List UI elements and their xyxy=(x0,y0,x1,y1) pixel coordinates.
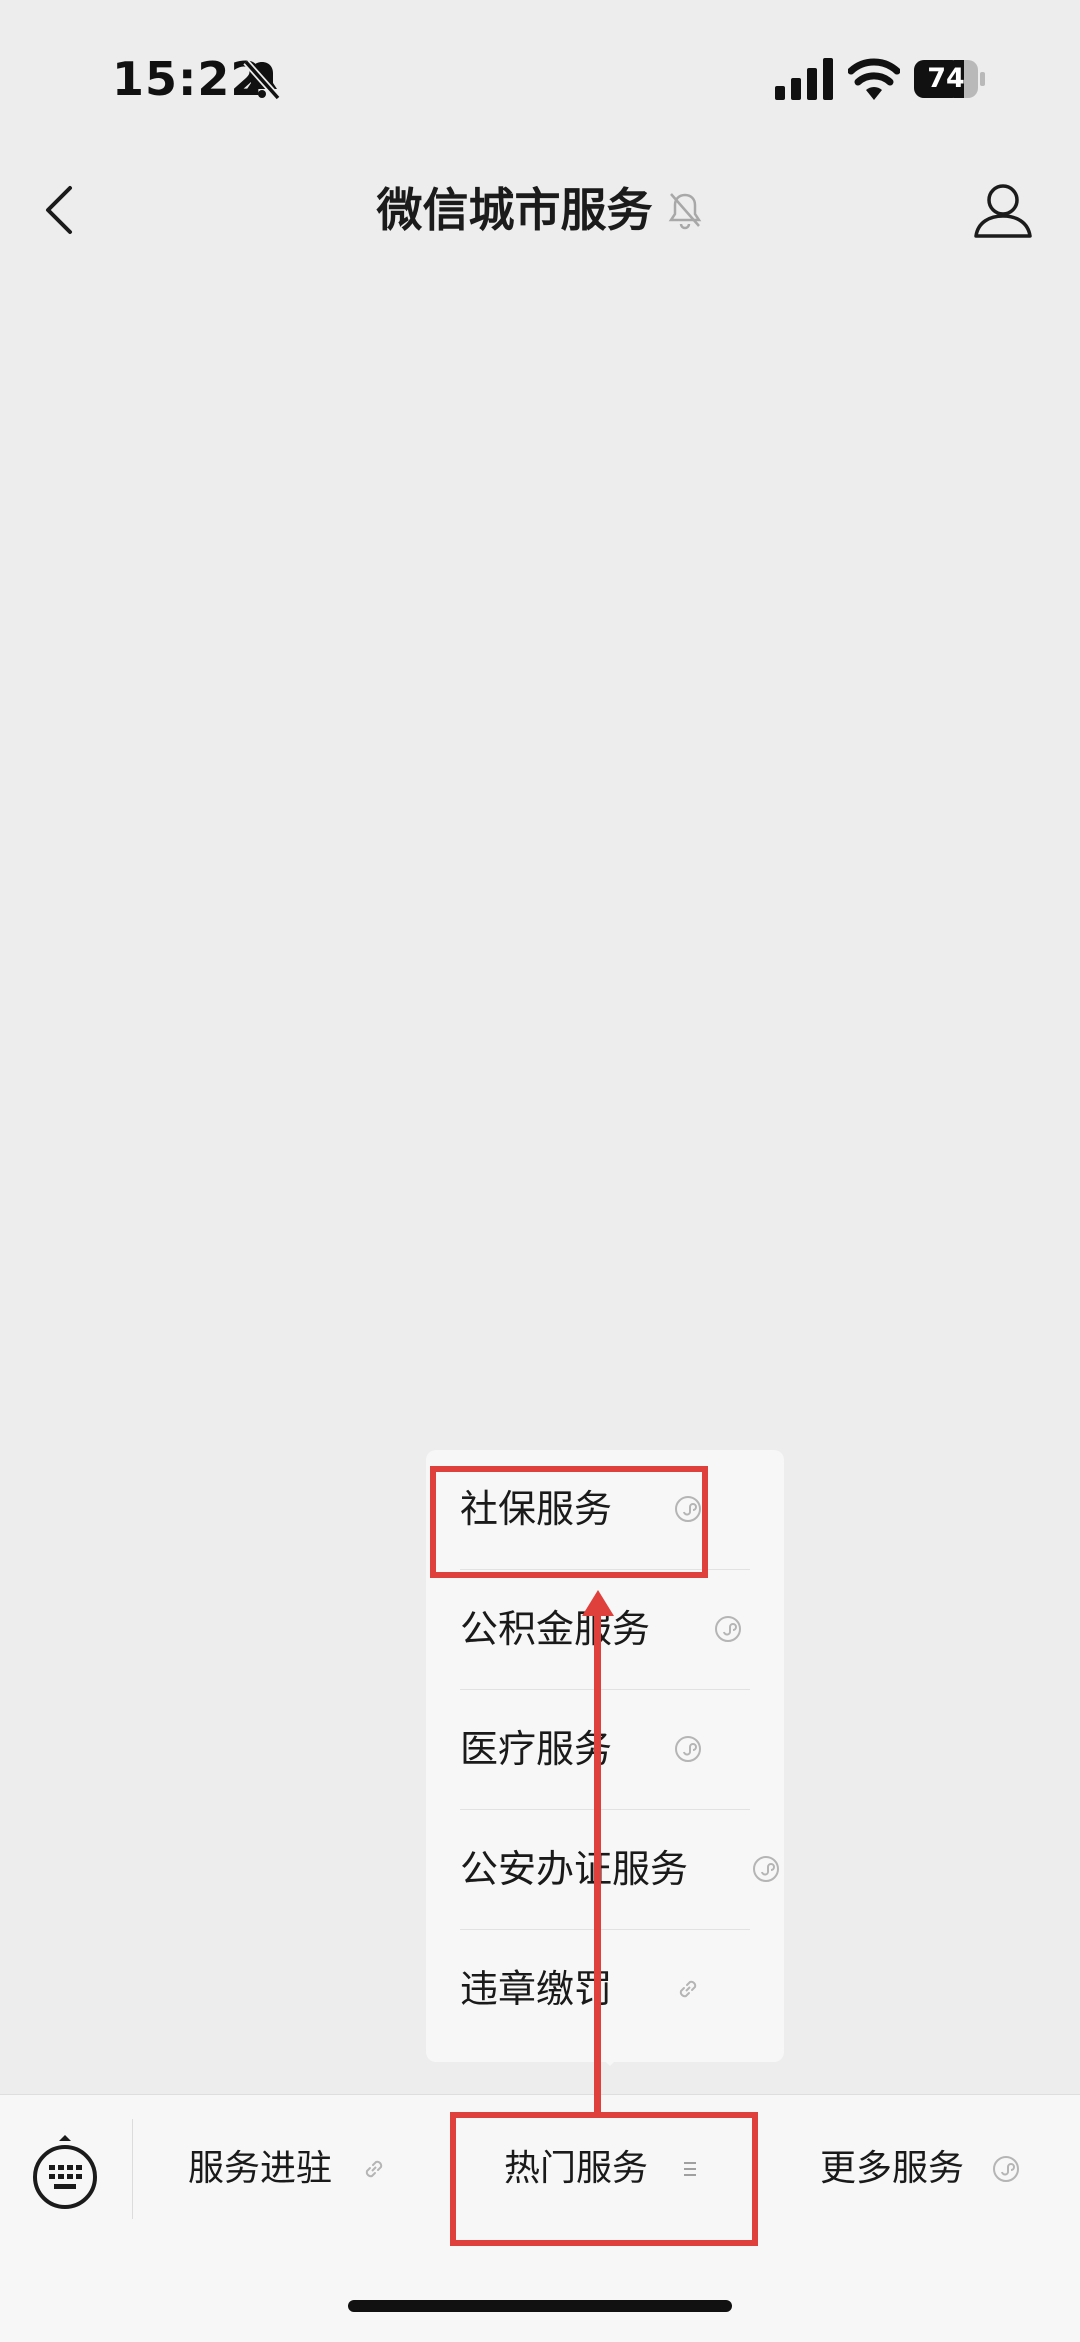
highlight-box-hot-services xyxy=(450,2112,758,2246)
highlight-box-social-security xyxy=(430,1466,708,1578)
title-wrap: 微信城市服务 xyxy=(0,170,1080,250)
menu-item-label: 公安办证服务 xyxy=(460,1847,689,1891)
menu-item-traffic-fine[interactable]: 违章缴罚 xyxy=(460,1930,750,2049)
tab-label: 更多服务 xyxy=(820,2148,965,2189)
menu-item-police-certificate[interactable]: 公安办证服务 xyxy=(460,1810,779,1929)
home-indicator xyxy=(348,2300,732,2312)
keyboard-toggle-icon[interactable] xyxy=(30,2129,100,2209)
annotation-arrow-head xyxy=(582,1590,614,1616)
link-icon xyxy=(679,1980,697,1998)
tab-more-services[interactable]: 更多服务 xyxy=(820,2129,1040,2209)
cellular-signal-icon xyxy=(775,58,833,100)
status-time: 15:22 xyxy=(112,52,264,106)
link-icon xyxy=(365,2160,383,2178)
mini-program-icon xyxy=(715,1616,741,1642)
menu-item-housing-fund[interactable]: 公积金服务 xyxy=(460,1570,750,1689)
tab-label: 服务进驻 xyxy=(188,2148,333,2189)
menu-item-medical[interactable]: 医疗服务 xyxy=(460,1690,750,1809)
wifi-icon xyxy=(848,58,900,100)
tab-separator xyxy=(132,2119,133,2219)
nav-bar: 微信城市服务 xyxy=(0,160,1080,260)
tab-service-entry[interactable]: 服务进驻 xyxy=(188,2129,408,2209)
battery-level: 74 xyxy=(927,63,965,94)
menu-item-label: 违章缴罚 xyxy=(460,1967,613,2011)
profile-icon[interactable] xyxy=(972,180,1034,240)
muted-bell-icon xyxy=(668,193,701,230)
mini-program-icon xyxy=(675,1736,701,1762)
status-bar: 15:22 74 xyxy=(0,0,1080,160)
muted-bell-icon xyxy=(243,59,281,101)
page-title: 微信城市服务 xyxy=(376,183,653,237)
annotation-arrow-line xyxy=(594,1612,601,2116)
mini-program-icon xyxy=(993,2156,1019,2182)
mini-program-icon xyxy=(753,1856,779,1882)
menu-item-label: 公积金服务 xyxy=(460,1607,651,1651)
menu-item-label: 医疗服务 xyxy=(460,1727,613,1771)
